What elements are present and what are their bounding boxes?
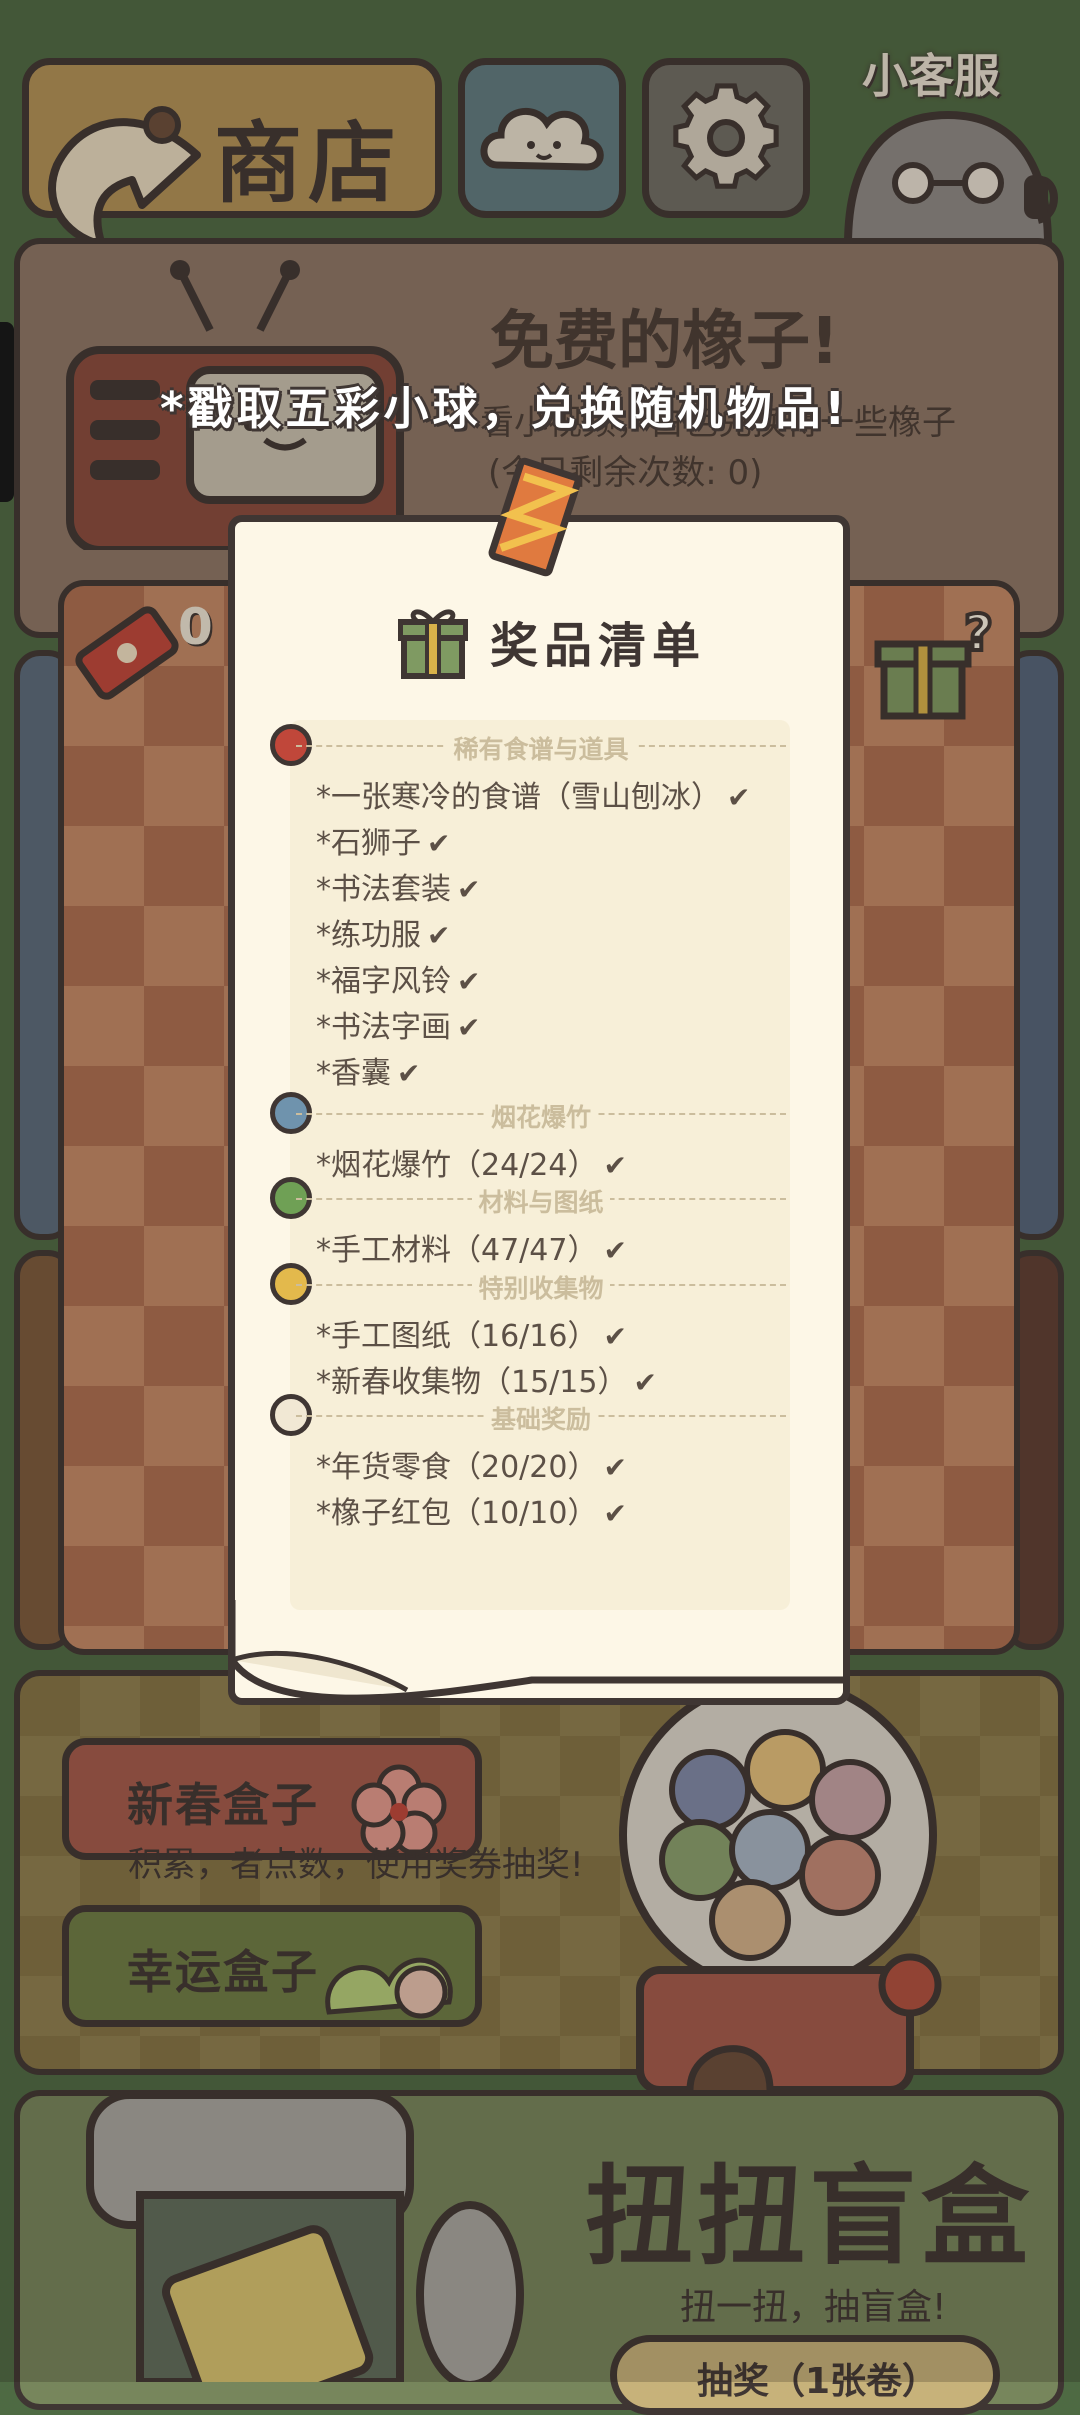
checkmark-icon: ✔ xyxy=(603,1234,627,1267)
prize-list-title: 奖品清单 xyxy=(490,618,707,674)
section-label: 烟花爆竹 xyxy=(484,1103,597,1132)
prize-item: *练功服 ✔ xyxy=(316,910,450,954)
prize-item-label: *福字风铃 xyxy=(316,964,451,999)
prize-item-label: *新春收集物（15/15） xyxy=(316,1365,628,1400)
prize-item: *手工材料（47/47） ✔ xyxy=(316,1225,627,1269)
prize-item-label: *书法套装 xyxy=(316,872,451,907)
section-header: 烟花爆竹 xyxy=(296,1098,786,1132)
prize-item: *石狮子 ✔ xyxy=(316,818,450,862)
checkmark-icon: ✔ xyxy=(603,1497,627,1530)
section-label: 材料与图纸 xyxy=(472,1188,610,1217)
prize-item: *手工图纸（16/16） ✔ xyxy=(316,1311,627,1355)
prize-item: *烟花爆竹（24/24） ✔ xyxy=(316,1140,627,1184)
prize-item-label: *书法字画 xyxy=(316,1010,451,1045)
checkmark-icon: ✔ xyxy=(727,781,751,814)
tip-text: *戳取五彩小球，兑换随机物品! xyxy=(160,382,850,435)
checkmark-icon: ✔ xyxy=(427,919,451,952)
prize-item-label: *一张寒冷的食谱（雪山刨冰） xyxy=(316,780,721,815)
checkmark-icon: ✔ xyxy=(633,1366,657,1399)
prize-item: *福字风铃 ✔ xyxy=(316,956,480,1000)
section-label: 稀有食谱与道具 xyxy=(447,735,635,764)
prize-item: *年货零食（20/20） ✔ xyxy=(316,1442,627,1486)
prize-item: *一张寒冷的食谱（雪山刨冰） ✔ xyxy=(316,772,750,816)
section-header: 稀有食谱与道具 xyxy=(296,730,786,764)
paper-curl xyxy=(232,1600,844,1702)
screen-edge-tab xyxy=(0,322,14,502)
prize-item: *新春收集物（15/15） ✔ xyxy=(316,1357,657,1401)
tag-icon xyxy=(488,457,582,577)
prize-item-label: *橡子红包（10/10） xyxy=(316,1496,598,1531)
prize-item-label: *手工图纸（16/16） xyxy=(316,1319,598,1354)
prize-item: *香囊 ✔ xyxy=(316,1048,420,1092)
checkmark-icon: ✔ xyxy=(457,965,481,998)
prize-item-label: *练功服 xyxy=(316,918,421,953)
prize-item-label: *石狮子 xyxy=(316,826,421,861)
prize-item: *书法字画 ✔ xyxy=(316,1002,480,1046)
section-header: 基础奖励 xyxy=(296,1400,786,1434)
prize-item-label: *年货零食（20/20） xyxy=(316,1450,598,1485)
prize-item-label: *手工材料（47/47） xyxy=(316,1233,598,1268)
checkmark-icon: ✔ xyxy=(457,1011,481,1044)
checkmark-icon: ✔ xyxy=(397,1057,421,1090)
checkmark-icon: ✔ xyxy=(603,1320,627,1353)
prize-item-label: *香囊 xyxy=(316,1056,391,1091)
checkmark-icon: ✔ xyxy=(427,827,451,860)
checkmark-icon: ✔ xyxy=(603,1149,627,1182)
checkmark-icon: ✔ xyxy=(603,1451,627,1484)
gift-icon xyxy=(398,609,468,679)
prize-item-label: *烟花爆竹（24/24） xyxy=(316,1148,598,1183)
prize-item: *书法套装 ✔ xyxy=(316,864,480,908)
section-label: 基础奖励 xyxy=(484,1405,597,1434)
checkmark-icon: ✔ xyxy=(457,873,481,906)
section-label: 特别收集物 xyxy=(472,1274,610,1303)
prize-item: *橡子红包（10/10） ✔ xyxy=(316,1488,627,1532)
section-header: 材料与图纸 xyxy=(296,1183,786,1217)
section-header: 特别收集物 xyxy=(296,1269,786,1303)
